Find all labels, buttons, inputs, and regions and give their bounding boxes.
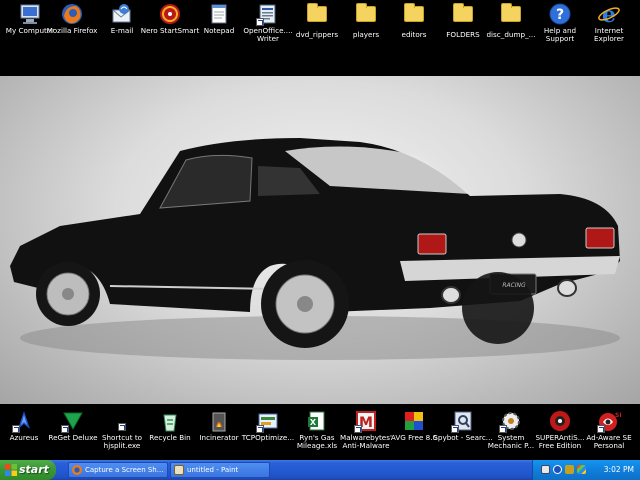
paint-icon xyxy=(174,465,184,475)
shortcut-arrow-icon xyxy=(12,425,20,433)
clock[interactable]: 3:02 PM xyxy=(604,460,634,480)
desktop-top-icon-row: My Computer Mozilla Firefox E-mail Nero … xyxy=(0,0,640,76)
notepad-icon xyxy=(207,2,231,26)
racing-plate-text: RACING xyxy=(502,282,526,289)
nero-icon xyxy=(158,2,182,26)
folder-icon xyxy=(354,3,378,30)
start-label: start xyxy=(19,463,49,476)
desktop-icon-internet-explorer[interactable]: e Internet Explorer xyxy=(579,2,639,44)
superantispyware-icon xyxy=(548,409,572,433)
tcpoptimizer-icon xyxy=(256,409,280,433)
desktop-icon-label: Ad-Aware SE Personal xyxy=(586,433,632,451)
shortcut-arrow-icon xyxy=(118,423,126,431)
openoffice-writer-icon xyxy=(256,2,280,26)
tray-icon-shield[interactable] xyxy=(553,465,562,474)
shortcut-arrow-icon xyxy=(499,425,507,433)
folder-icon xyxy=(402,3,426,30)
desktop-icon-ad-aware[interactable]: SE Ad-Aware SE Personal xyxy=(579,409,639,451)
taskbar: start Capture a Screen Sh... untitled - … xyxy=(0,460,640,480)
windows-flag-icon xyxy=(5,464,17,476)
svg-text:X: X xyxy=(310,418,317,427)
hjsplit-shortcut-icon xyxy=(110,409,134,433)
shortcut-arrow-icon xyxy=(61,425,69,433)
shortcut-arrow-icon xyxy=(451,425,459,433)
reget-icon xyxy=(61,409,85,433)
taskbar-button-paint[interactable]: untitled - Paint xyxy=(170,462,270,478)
shortcut-arrow-icon xyxy=(256,425,264,433)
shortcut-arrow-icon xyxy=(256,18,264,26)
system-tray: 3:02 PM xyxy=(532,460,640,480)
svg-text:e: e xyxy=(602,2,616,26)
folder-icon xyxy=(499,3,523,30)
folder-icon xyxy=(305,3,329,30)
folder-icon xyxy=(451,3,475,30)
desktop-wallpaper: RACING xyxy=(0,76,640,404)
spybot-icon xyxy=(451,409,475,433)
azureus-icon xyxy=(12,409,36,433)
desktop-bottom-icon-row: Azureus ReGet Deluxe Shortcut to hjsplit… xyxy=(0,404,640,460)
svg-text:?: ? xyxy=(556,7,564,23)
internet-explorer-icon: e xyxy=(597,2,621,28)
email-icon xyxy=(110,2,134,26)
taskbar-button-label: untitled - Paint xyxy=(187,466,239,474)
shortcut-arrow-icon xyxy=(354,425,362,433)
shortcut-arrow-icon xyxy=(597,425,605,433)
system-mechanic-icon xyxy=(499,409,523,433)
taskbar-button-firefox[interactable]: Capture a Screen Sh... xyxy=(68,462,168,478)
firefox-icon xyxy=(60,2,84,26)
svg-text:SE: SE xyxy=(615,412,621,419)
tray-icon-security-center[interactable] xyxy=(577,465,586,474)
adaware-icon: SE xyxy=(597,409,623,433)
incinerator-icon xyxy=(207,409,231,433)
firefox-icon xyxy=(72,465,82,475)
mustang-car-image xyxy=(10,138,620,360)
help-icon: ? xyxy=(548,2,572,26)
avg-icon xyxy=(402,409,426,433)
desktop-icon-label: Internet Explorer xyxy=(594,26,624,44)
tray-icon-network[interactable] xyxy=(541,465,550,474)
computer-icon xyxy=(18,2,42,26)
malwarebytes-icon: M xyxy=(354,409,378,433)
taskbar-button-label: Capture a Screen Sh... xyxy=(85,466,164,474)
start-button[interactable]: start xyxy=(0,460,56,480)
recycle-bin-icon xyxy=(158,409,182,433)
excel-file-icon: X xyxy=(305,409,329,433)
tray-icon-volume[interactable] xyxy=(565,465,574,474)
